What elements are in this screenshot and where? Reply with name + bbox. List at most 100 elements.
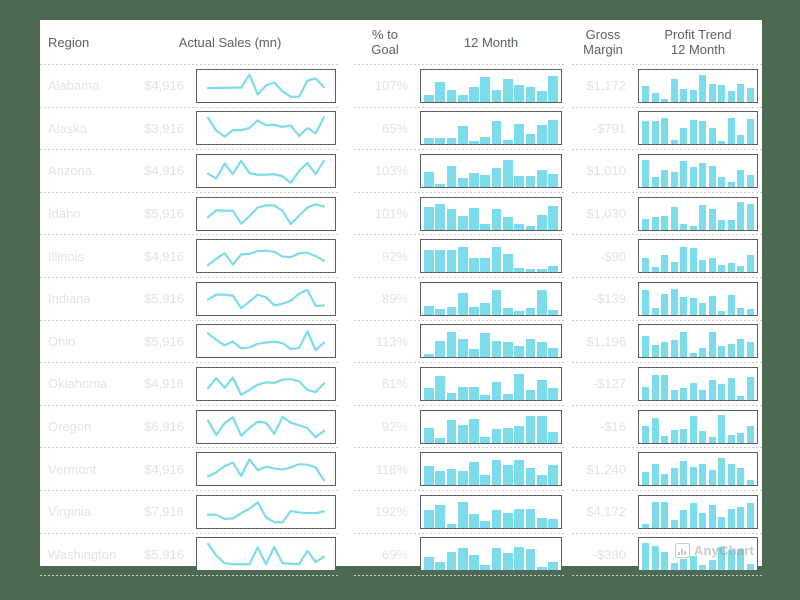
header-actual-sales: Actual Sales (mn) (178, 34, 282, 50)
bar (514, 346, 525, 358)
profit-trend-bar-chart (638, 366, 758, 401)
bar (424, 466, 434, 486)
bar (642, 543, 650, 571)
cell-twelve-month-bars (416, 150, 566, 192)
bar-group (424, 414, 558, 443)
table-row[interactable]: Illinois $4,916 92% -$90 (40, 235, 762, 277)
table-row[interactable]: Oregon $6,916 92% -$16 (40, 406, 762, 448)
bar (514, 311, 525, 315)
table-row[interactable]: Vermont $4,916 118% $1,240 (40, 448, 762, 490)
bar (469, 257, 479, 273)
bar (548, 464, 558, 486)
bar (491, 208, 502, 230)
table-row[interactable]: Alaska $3,916 65% -$791 (40, 108, 762, 150)
bar (457, 216, 468, 230)
table-row[interactable]: Indiana $5,916 89% -$139 (40, 278, 762, 320)
bar (718, 345, 726, 358)
bar (457, 471, 468, 486)
bar (491, 509, 502, 528)
bar (514, 84, 525, 102)
bar (491, 168, 502, 187)
cell-spacer-1 (340, 534, 354, 576)
table-row[interactable]: Alabama $4,916 107% $1,172 (40, 65, 762, 107)
bar (457, 126, 468, 145)
cell-region: Illinois (48, 248, 85, 264)
bar (446, 468, 457, 486)
bar (480, 137, 491, 145)
bar (548, 205, 558, 230)
cell-actual-sales: $4,916 (144, 163, 184, 179)
bar (737, 201, 745, 230)
cell-spacer-1 (340, 321, 354, 363)
profit-trend-bar-chart (638, 239, 758, 274)
bar (480, 258, 491, 273)
bar (446, 138, 457, 145)
bar (661, 375, 669, 400)
bar (680, 509, 688, 528)
sales-sparkline-chart (196, 324, 336, 359)
bar (514, 267, 525, 273)
cell-twelve-month-bars (416, 363, 566, 405)
table-row[interactable]: Idaho $5,916 101% $1,030 (40, 193, 762, 235)
bar (651, 93, 659, 102)
bar (424, 388, 434, 400)
bar (514, 508, 525, 528)
cell-actual-sales: $4,916 (144, 248, 184, 264)
cell-actual-sales: $5,916 (144, 546, 184, 562)
cell-actual-sales: $5,916 (144, 291, 184, 307)
cell-region: Washington (48, 546, 117, 562)
bar (737, 432, 745, 443)
cell-sales-sparkline (192, 150, 340, 192)
cell-twelve-month-bars (416, 65, 566, 107)
table-row[interactable]: Oklahoma $4,916 81% -$127 (40, 363, 762, 405)
bar (491, 340, 502, 358)
bar (548, 348, 558, 358)
bar (708, 437, 716, 443)
cell-twelve-month-bars (416, 491, 566, 533)
sales-sparkline-chart (196, 494, 336, 529)
twelve-month-bar-chart (420, 281, 562, 316)
table-row[interactable]: Ohio $5,916 113% $1,196 (40, 321, 762, 363)
cell-region: Oregon (48, 419, 92, 435)
bar (514, 123, 525, 145)
sales-sparkline-chart (196, 281, 336, 316)
bar (680, 387, 688, 400)
bar (435, 471, 445, 486)
table-row[interactable]: Washington $5,916 69% -$390 (40, 534, 762, 576)
sales-sparkline-chart (196, 68, 336, 103)
bar-group (642, 115, 754, 145)
profit-trend-bar-chart (638, 153, 758, 188)
bar (469, 461, 479, 486)
bar (699, 260, 707, 273)
bar (689, 556, 697, 571)
bar (503, 216, 513, 230)
bar (708, 379, 716, 400)
bar (670, 262, 678, 273)
table-row[interactable]: Virginia $7,916 192% $4,172 (40, 491, 762, 533)
bar (457, 386, 468, 400)
bar (727, 263, 735, 273)
bar-group (424, 115, 558, 145)
bar (514, 425, 525, 443)
bar (514, 460, 525, 486)
bar (424, 428, 434, 443)
bar (651, 545, 659, 571)
bar (457, 547, 468, 571)
cell-twelve-month-bars (416, 278, 566, 320)
bar (727, 435, 735, 443)
bar (525, 226, 536, 230)
table-row[interactable]: Arizona $4,916 103% $1,010 (40, 150, 762, 192)
barchart-icon (674, 543, 690, 558)
bar (746, 175, 754, 187)
cell-actual-sales: $5,916 (144, 333, 184, 349)
bar (670, 140, 678, 145)
bar (670, 172, 678, 187)
cell-pct-to-goal: 92% (381, 419, 408, 435)
bar (446, 209, 457, 230)
bar (503, 160, 513, 187)
bar (536, 90, 547, 102)
cell-sales-sparkline (192, 108, 340, 150)
header-pct-to-goal-line2: Goal (371, 42, 399, 57)
bar-group (424, 158, 558, 187)
bar (718, 458, 726, 486)
